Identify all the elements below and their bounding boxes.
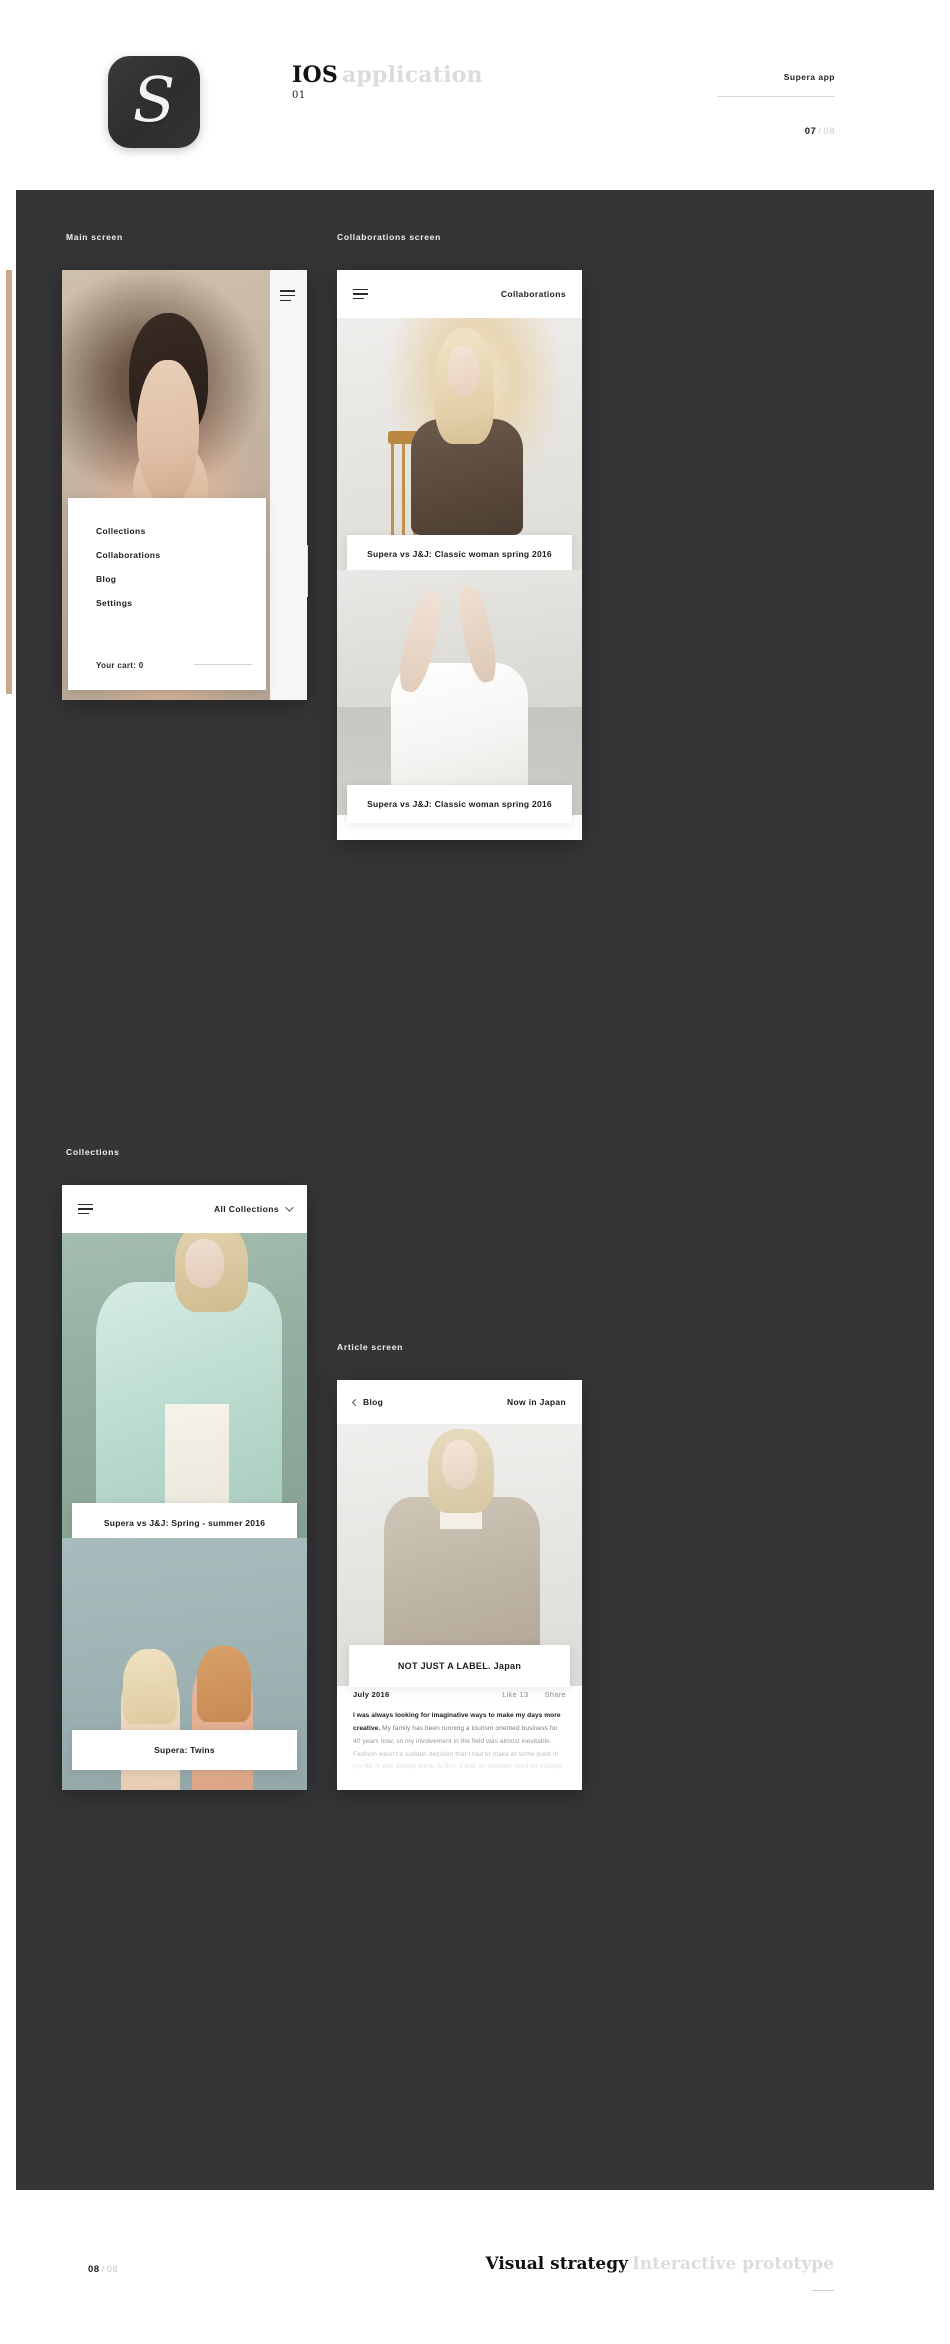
hamburger-icon[interactable] bbox=[78, 1203, 93, 1215]
collaboration-card-caption-1[interactable]: Supera vs J&J: Classic woman spring 2016 bbox=[347, 535, 572, 573]
app-icon-letter: S bbox=[132, 63, 176, 136]
label-collaborations-screen: Collaborations screen bbox=[337, 232, 441, 242]
menu-item-settings[interactable]: Settings bbox=[96, 598, 132, 608]
collaboration-caption-text: Supera vs J&J: Classic woman spring 2016 bbox=[367, 549, 552, 559]
article-bar-title: Now in Japan bbox=[507, 1397, 566, 1407]
article-headline: NOT JUST A LABEL. Japan bbox=[397, 1661, 522, 1671]
collection-card-caption-1[interactable]: Supera vs J&J: Spring - summer 2016 bbox=[72, 1503, 297, 1543]
cart-status[interactable]: Your cart: 0 bbox=[96, 661, 143, 670]
header-pager: 07/08 bbox=[805, 126, 835, 137]
collaboration-card-image-1[interactable] bbox=[337, 318, 582, 570]
footer-page-sep: / bbox=[101, 2264, 105, 2275]
collection-card-image-1[interactable] bbox=[62, 1233, 307, 1538]
footer-page-current: 08 bbox=[88, 2264, 100, 2275]
article-like-button[interactable]: Like 13 bbox=[502, 1690, 528, 1699]
hero-image-face bbox=[442, 1439, 477, 1490]
page-title-strong: IOS bbox=[292, 62, 338, 88]
header-page-total: 08 bbox=[823, 126, 835, 137]
footer-pager: 08/08 bbox=[88, 2264, 118, 2275]
label-collections: Collections bbox=[66, 1147, 120, 1157]
page-title: IOS application bbox=[292, 62, 483, 88]
collection-caption-text: Supera vs J&J: Spring - summer 2016 bbox=[103, 1518, 266, 1528]
article-back-label: Blog bbox=[363, 1397, 384, 1407]
label-main-screen: Main screen bbox=[66, 232, 123, 242]
article-top-bar: Blog Now in Japan bbox=[337, 1380, 582, 1424]
article-body: I was always looking for imaginative way… bbox=[337, 1710, 582, 1790]
collections-top-bar: All Collections bbox=[62, 1185, 307, 1233]
page-footer: 08/08 Visual strategy Interactive prototy… bbox=[0, 2190, 950, 2344]
article-actions: Like 13 Share bbox=[502, 1690, 566, 1699]
article-paragraph-1-rest: My family has been running a tourism ori… bbox=[353, 1724, 562, 1784]
card-image-face bbox=[184, 1239, 224, 1288]
card-image-person-left-hair bbox=[123, 1648, 178, 1725]
app-icon: S bbox=[108, 56, 200, 148]
page-header: S IOS application 01 Supera app 07/08 bbox=[0, 0, 950, 190]
article-date: July 2016 bbox=[353, 1690, 390, 1699]
article-share-button[interactable]: Share bbox=[544, 1690, 566, 1699]
collections-filter-label: All Collections bbox=[213, 1204, 279, 1214]
section-number: 01 bbox=[292, 90, 306, 101]
hamburger-icon[interactable] bbox=[353, 288, 368, 300]
footer-divider bbox=[812, 2290, 834, 2291]
menu-item-blog[interactable]: Blog bbox=[96, 574, 116, 584]
chevron-down-icon bbox=[285, 1203, 294, 1212]
main-screen-side-panel bbox=[270, 270, 307, 700]
collection-caption-text: Supera: Twins bbox=[154, 1745, 215, 1755]
footer-page-total: 08 bbox=[106, 2264, 119, 2275]
article-back-button[interactable]: Blog bbox=[351, 1397, 384, 1407]
hamburger-icon bbox=[280, 290, 295, 301]
article-meta-row: July 2016 Like 13 Share bbox=[337, 1690, 582, 1699]
header-page-sep: / bbox=[818, 126, 822, 137]
footer-title-strong: Visual strategy bbox=[485, 2254, 628, 2274]
main-screen-edge-accent bbox=[6, 270, 12, 694]
collaborations-bar-title: Collaborations bbox=[500, 289, 566, 299]
collaboration-card-image-2[interactable] bbox=[337, 570, 582, 815]
menu-item-collaborations[interactable]: Collaborations bbox=[96, 550, 160, 560]
phone-collections-screen: All Collections Supera vs J&J: Spring - … bbox=[62, 1185, 307, 1790]
card-image-person-right-hair bbox=[196, 1646, 251, 1722]
footer-title-muted: Interactive prototype bbox=[631, 2254, 834, 2274]
collections-filter-select[interactable]: All Collections bbox=[213, 1203, 294, 1214]
header-page-current: 07 bbox=[804, 126, 817, 137]
collaboration-caption-text: Supera vs J&J: Classic woman spring 2016 bbox=[367, 799, 552, 809]
project-label: Supera app bbox=[783, 72, 835, 82]
menu-item-collections[interactable]: Collections bbox=[96, 526, 146, 536]
collaborations-top-bar: Collaborations bbox=[337, 270, 582, 318]
phone-article-screen: Blog Now in Japan NOT JUST A LABEL. Japa… bbox=[337, 1380, 582, 1790]
chevron-left-icon bbox=[351, 1398, 360, 1406]
article-headline-card: NOT JUST A LABEL. Japan bbox=[349, 1645, 570, 1687]
collection-card-caption-2[interactable]: Supera: Twins bbox=[72, 1730, 297, 1770]
label-article-screen: Article screen bbox=[337, 1342, 404, 1352]
phone-main-screen: Collections Collaborations Blog Settings… bbox=[62, 270, 307, 700]
phone-collaborations-screen: Collaborations Supera vs J&J: Classic wo… bbox=[337, 270, 582, 840]
cart-divider bbox=[194, 664, 252, 665]
page-title-muted: application bbox=[341, 62, 483, 88]
card-image-face bbox=[447, 345, 480, 397]
main-screen-menu-panel: Collections Collaborations Blog Settings… bbox=[68, 498, 266, 690]
header-divider bbox=[717, 96, 835, 97]
article-paragraph-1: I was always looking for imaginative way… bbox=[353, 1710, 566, 1787]
footer-title: Visual strategy Interactive prototype bbox=[485, 2254, 834, 2274]
collaboration-card-caption-2[interactable]: Supera vs J&J: Classic woman spring 2016 bbox=[347, 785, 572, 823]
main-screen-menu-button[interactable] bbox=[280, 288, 295, 306]
